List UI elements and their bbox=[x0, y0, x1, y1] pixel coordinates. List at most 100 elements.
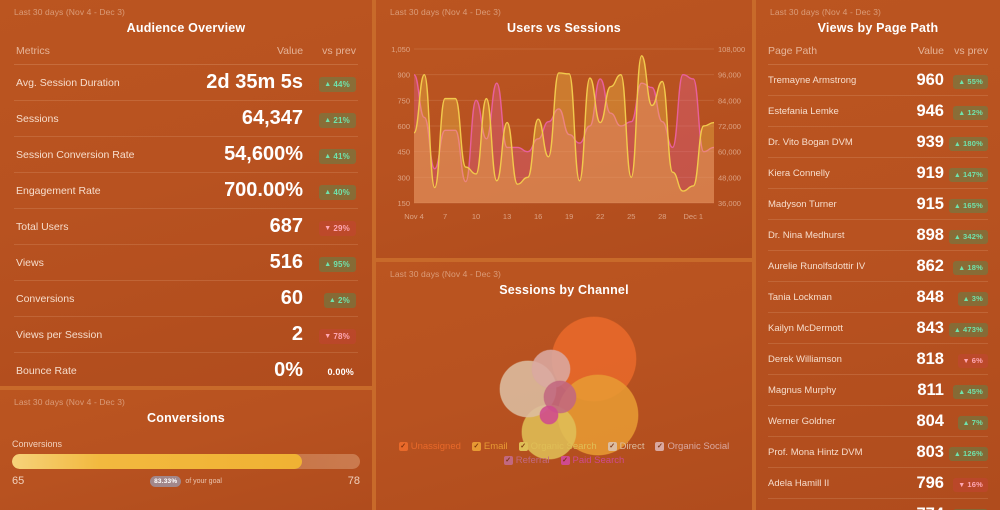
row-value: 939 bbox=[887, 127, 944, 158]
dashboard: Last 30 days (Nov 4 - Dec 3) Audience Ov… bbox=[0, 0, 1000, 510]
date-range-label-bubble: Last 30 days (Nov 4 - Dec 3) bbox=[376, 262, 752, 279]
legend-item-referral[interactable]: Referral bbox=[504, 455, 550, 466]
row-label: Views per Session bbox=[14, 317, 206, 353]
row-delta-cell: ▲2% bbox=[303, 281, 358, 317]
pages-table: Page Path Value vs prev Tremayne Armstro… bbox=[768, 35, 988, 510]
audience-table-container: Metrics Value vs prev Avg. Session Durat… bbox=[0, 35, 372, 386]
status-badge: ▲126% bbox=[949, 447, 988, 461]
table-row[interactable]: Engagement Rate700.00%▲40% bbox=[14, 173, 358, 209]
table-row[interactable]: Kailyn McDermott843▲473% bbox=[768, 313, 988, 344]
row-delta-cell: ▲3% bbox=[944, 282, 988, 313]
row-value: 862 bbox=[887, 251, 944, 282]
panel-title-conversions: Conversions bbox=[0, 411, 372, 425]
pages-table-container: Page Path Value vs prev Tremayne Armstro… bbox=[756, 35, 1000, 510]
row-value: 811 bbox=[887, 375, 944, 406]
row-delta-cell: ▲55% bbox=[944, 65, 988, 96]
table-row[interactable]: Estefania Lemke946▲12% bbox=[768, 96, 988, 127]
row-value: 848 bbox=[887, 282, 944, 313]
audience-col-value: Value bbox=[206, 35, 303, 65]
row-delta-cell: ▲165% bbox=[944, 189, 988, 220]
conversions-progress-track bbox=[12, 454, 360, 469]
checkbox-checked-icon[interactable] bbox=[608, 442, 617, 451]
row-delta-cell: ▲25% bbox=[944, 499, 988, 510]
table-row[interactable]: Werner Goldner804▲7% bbox=[768, 406, 988, 437]
status-badge: ▼6% bbox=[958, 354, 988, 368]
table-row[interactable]: Dr. Nina Medhurst898▲342% bbox=[768, 220, 988, 251]
x-axis-tick-label: 25 bbox=[627, 212, 635, 221]
legend-item-organic-social[interactable]: Organic Social bbox=[655, 441, 729, 452]
table-row[interactable]: Dr. Vito Bogan DVM939▲180% bbox=[768, 127, 988, 158]
row-delta-cell: ▲180% bbox=[944, 127, 988, 158]
arrow-up-icon: ▲ bbox=[958, 110, 965, 117]
row-label: Prof. Dillan Farrell bbox=[768, 499, 887, 510]
table-row[interactable]: Total Users687▼29% bbox=[14, 209, 358, 245]
panel-title-sessions-by-channel: Sessions by Channel bbox=[376, 283, 752, 297]
bubble-paid-search[interactable] bbox=[540, 406, 558, 424]
row-label: Magnus Murphy bbox=[768, 375, 887, 406]
row-delta-cell: ▼29% bbox=[303, 209, 358, 245]
row-label: Sessions bbox=[14, 101, 206, 137]
table-row[interactable]: Derek Williamson818 ▼6% bbox=[768, 344, 988, 375]
table-row[interactable]: Views516▲95% bbox=[14, 245, 358, 281]
table-row[interactable]: Bounce Rate0%0.00% bbox=[14, 353, 358, 387]
checkbox-checked-icon[interactable] bbox=[472, 442, 481, 451]
y2-axis-tick-label: 108,000 bbox=[718, 45, 745, 54]
x-axis-tick-label: 13 bbox=[503, 212, 511, 221]
table-row[interactable]: Adela Hamill II796▼16% bbox=[768, 468, 988, 499]
date-range-label-line: Last 30 days (Nov 4 - Dec 3) bbox=[376, 0, 752, 17]
arrow-up-icon: ▲ bbox=[954, 141, 961, 148]
arrow-down-icon: ▼ bbox=[958, 482, 965, 489]
row-label: Bounce Rate bbox=[14, 353, 206, 387]
table-row[interactable]: Sessions64,347▲21% bbox=[14, 101, 358, 137]
row-value: 2d 35m 5s bbox=[206, 65, 303, 101]
checkbox-checked-icon[interactable] bbox=[504, 456, 513, 465]
row-value: 2 bbox=[206, 317, 303, 353]
audience-col-vsprev: vs prev bbox=[303, 35, 358, 65]
pages-col-value: Value bbox=[887, 35, 944, 65]
legend-item-email[interactable]: Email bbox=[472, 441, 508, 452]
row-value: 818 bbox=[887, 344, 944, 375]
row-label: Derek Williamson bbox=[768, 344, 887, 375]
y-axis-tick-label: 150 bbox=[397, 199, 410, 208]
row-value: 919 bbox=[887, 158, 944, 189]
arrow-down-icon: ▼ bbox=[324, 333, 331, 340]
row-delta-cell: ▼78% bbox=[303, 317, 358, 353]
table-row[interactable]: Conversions60▲2% bbox=[14, 281, 358, 317]
conversions-goal-caption: of your goal bbox=[185, 478, 222, 485]
status-badge: ▼29% bbox=[319, 221, 356, 236]
legend-item-paid-search[interactable]: Paid Search bbox=[561, 455, 625, 466]
legend-item-direct[interactable]: Direct bbox=[608, 441, 645, 452]
table-row[interactable]: Madyson Turner915▲165% bbox=[768, 189, 988, 220]
arrow-down-icon: ▼ bbox=[324, 225, 331, 232]
y-axis-tick-label: 1,050 bbox=[391, 45, 410, 54]
row-delta-cell: ▲12% bbox=[944, 96, 988, 127]
row-label: Dr. Vito Bogan DVM bbox=[768, 127, 887, 158]
table-row[interactable]: Magnus Murphy811▲45% bbox=[768, 375, 988, 406]
legend-item-unassigned[interactable]: Unassigned bbox=[399, 441, 461, 452]
table-row[interactable]: Views per Session2▼78% bbox=[14, 317, 358, 353]
checkbox-checked-icon[interactable] bbox=[655, 442, 664, 451]
checkbox-checked-icon[interactable] bbox=[399, 442, 408, 451]
row-delta-cell: ▲40% bbox=[303, 173, 358, 209]
table-row[interactable]: Session Conversion Rate54,600%▲41% bbox=[14, 137, 358, 173]
arrow-up-icon: ▲ bbox=[324, 153, 331, 160]
x-axis-tick-label: 28 bbox=[658, 212, 666, 221]
legend-label: Paid Search bbox=[573, 455, 625, 466]
legend-item-organic-search[interactable]: Organic Search bbox=[519, 441, 597, 452]
status-badge: ▲7% bbox=[958, 416, 988, 430]
arrow-up-icon: ▲ bbox=[954, 327, 961, 334]
table-row[interactable]: Aurelie Runolfsdottir IV862▲18% bbox=[768, 251, 988, 282]
table-row[interactable]: Avg. Session Duration2d 35m 5s▲44% bbox=[14, 65, 358, 101]
table-row[interactable]: Tremayne Armstrong960▲55% bbox=[768, 65, 988, 96]
table-row[interactable]: Tania Lockman848▲3% bbox=[768, 282, 988, 313]
table-row[interactable]: Prof. Mona Hintz DVM803▲126% bbox=[768, 437, 988, 468]
row-delta-cell: ▲147% bbox=[944, 158, 988, 189]
row-value: 774 bbox=[887, 499, 944, 510]
arrow-up-icon: ▲ bbox=[329, 297, 336, 304]
checkbox-checked-icon[interactable] bbox=[561, 456, 570, 465]
table-row[interactable]: Prof. Dillan Farrell774▲25% bbox=[768, 499, 988, 510]
checkbox-checked-icon[interactable] bbox=[519, 442, 528, 451]
table-row[interactable]: Kiera Connelly919▲147% bbox=[768, 158, 988, 189]
legend-label: Email bbox=[484, 441, 508, 452]
row-label: Conversions bbox=[14, 281, 206, 317]
